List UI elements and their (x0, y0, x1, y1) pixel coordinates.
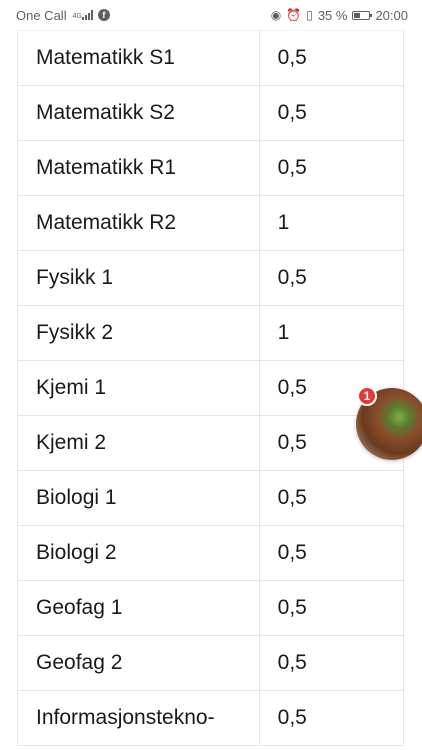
table-row: Geofag 1 0,5 (17, 580, 405, 636)
subject-name-cell: Matematikk R2 (17, 195, 260, 251)
subject-table-container[interactable]: Matematikk S1 0,5 Matematikk S2 0,5 Matemati… (17, 30, 405, 746)
notification-badge: 1 (357, 386, 377, 406)
table-row: Informasjonstekno- 0,5 (17, 690, 405, 746)
subject-table-body: Matematikk S1 0,5 Matematikk S2 0,5 Matemati… (17, 30, 405, 746)
battery-percent: 35 % (317, 7, 348, 23)
subject-name-cell: Geofag 2 (17, 635, 260, 691)
table-row: Geofag 2 0,5 (17, 635, 405, 691)
subject-value-cell: 0,5 (258, 85, 405, 141)
table-row: Kjemi 1 0,5 (17, 360, 405, 416)
alarm-icon: ⏰ (286, 8, 302, 22)
battery-icon (352, 10, 373, 20)
subject-value-cell: 0,5 (258, 525, 405, 581)
table-row: Matematikk S2 0,5 (17, 85, 405, 141)
subject-value-cell: 0,5 (258, 580, 405, 636)
subject-name-cell: Matematikk S1 (17, 30, 260, 86)
carrier-name: One Call (16, 7, 67, 23)
subject-name-cell: Informasjonstekno- (17, 690, 260, 746)
table-row: Matematikk S1 0,5 (17, 30, 405, 86)
subject-name-cell: Kjemi 2 (17, 415, 260, 471)
table-row: Matematikk R1 0,5 (17, 140, 405, 196)
subject-value-cell: 0,5 (258, 690, 405, 746)
network-type: 4G (72, 13, 82, 20)
subject-name-cell: Fysikk 1 (17, 250, 260, 306)
subject-value-cell: 0,5 (258, 250, 405, 306)
subject-name-cell: Matematikk S2 (17, 85, 260, 141)
subject-name-cell: Kjemi 1 (17, 360, 260, 416)
signal-strength-icon (81, 10, 93, 20)
subject-value-cell: 0,5 (258, 30, 405, 86)
vibrate-icon: ▯ (306, 8, 313, 22)
subject-value-cell: 1 (258, 195, 405, 251)
clock: 20:00 (375, 7, 408, 23)
table-row: Kjemi 2 0,5 (17, 415, 405, 471)
table-row: Biologi 2 0,5 (17, 525, 405, 581)
table-row: Fysikk 21 (17, 305, 405, 361)
subject-name-cell: Fysikk 2 (17, 305, 260, 361)
eye-comfort-icon: ◉ (270, 8, 282, 22)
facebook-icon: f (97, 9, 110, 21)
subject-name-cell: Matematikk R1 (17, 140, 260, 196)
subject-name-cell: Biologi 2 (17, 525, 260, 581)
subject-value-cell: 0,5 (258, 470, 405, 526)
network-indicator: 4G (72, 10, 93, 20)
subject-table: Matematikk S1 0,5 Matematikk S2 0,5 Matemati… (17, 30, 405, 746)
table-row: Biologi 1 0,5 (17, 470, 405, 526)
subject-value-cell: 0,5 (258, 140, 405, 196)
status-left: One Call 4G f (16, 8, 110, 23)
subject-name-cell: Geofag 1 (17, 580, 260, 636)
subject-name-cell: Biologi 1 (17, 470, 260, 526)
status-right: ◉ ⏰ ▯ 35 % 20:00 (271, 8, 408, 23)
table-row: Fysikk 1 0,5 (17, 250, 405, 306)
status-bar: One Call 4G f ◉ ⏰ ▯ 35 % 20:00 (0, 0, 422, 30)
subject-value-cell: 0,5 (258, 635, 405, 691)
subject-value-cell: 1 (258, 305, 405, 361)
table-row: Matematikk R2 1 (17, 195, 405, 251)
